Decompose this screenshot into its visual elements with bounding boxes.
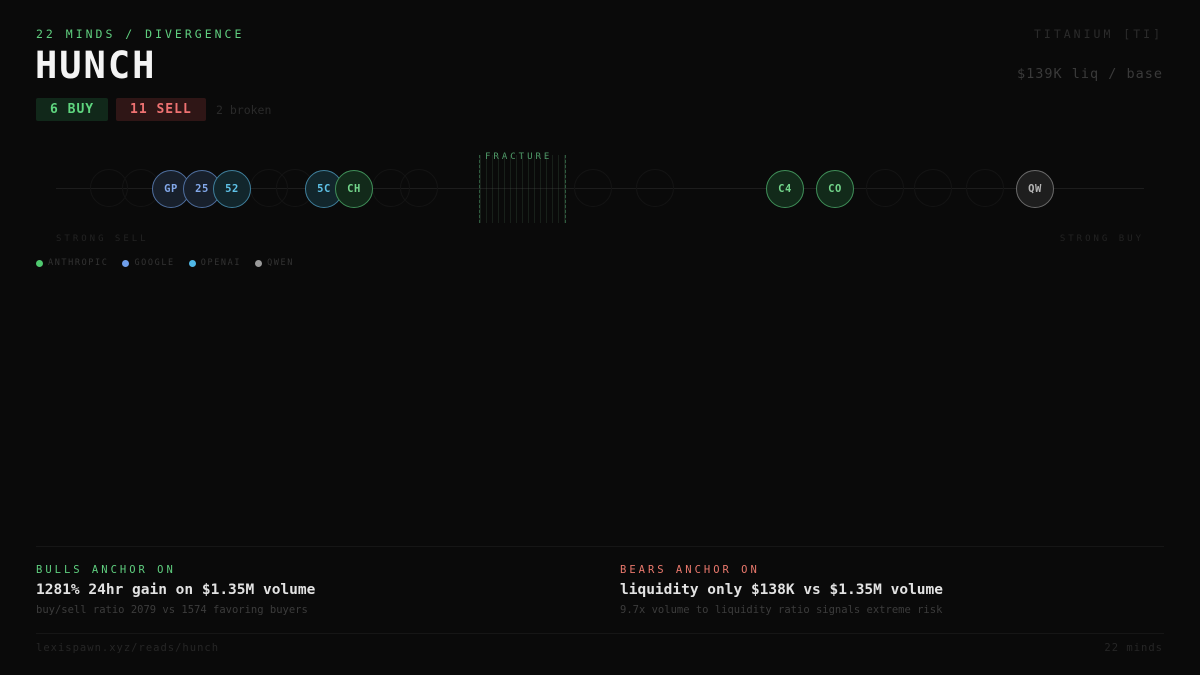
legend-label: ANTHROPIC [48, 258, 109, 268]
legend-dot [36, 259, 43, 267]
ghost-marker [866, 169, 904, 207]
ghost-marker [966, 169, 1004, 207]
legend-item-qwen: QWEN [255, 258, 294, 268]
legend-label: OPENAI [200, 258, 242, 268]
mind-node-c4[interactable]: C4 [766, 170, 804, 208]
ghost-marker [636, 169, 674, 207]
page-title: HUNCH [35, 44, 157, 87]
bears-heading: BEARS ANCHOR ON [620, 564, 760, 576]
asset-ticker: TITANIUM [TI] [1033, 27, 1163, 41]
bears-detail: 9.7x volume to liquidity ratio signals e… [620, 604, 943, 616]
legend-dot [122, 259, 130, 267]
ghost-marker [400, 169, 438, 207]
bulls-heading: BULLS ANCHOR ON [36, 564, 176, 576]
mind-node-co[interactable]: CO [816, 170, 854, 208]
fracture-zone [479, 155, 566, 223]
legend-item-google: GOOGLE [122, 258, 174, 268]
ghost-marker [914, 169, 952, 207]
sell-count-badge: 11 SELL [116, 98, 206, 121]
legend-label: QWEN [267, 258, 294, 268]
legend-dot [255, 259, 263, 267]
ghost-marker [574, 169, 612, 207]
footer-mind-count: 22 minds [1104, 642, 1163, 654]
page-kicker: 22 MINDS / DIVERGENCE [36, 27, 245, 41]
liquidity-label: $139K liq / base [1016, 66, 1163, 82]
legend-label: GOOGLE [134, 258, 175, 268]
footer-divider [36, 633, 1164, 634]
mind-node-52[interactable]: 52 [213, 170, 251, 208]
broken-count: 2 broken [216, 103, 272, 117]
fracture-label: FRACTURE [485, 152, 553, 162]
legend-item-anthropic: ANTHROPIC [36, 258, 108, 268]
strong-sell-label: STRONG SELL [56, 234, 149, 244]
bulls-detail: buy/sell ratio 2079 vs 1574 favoring buy… [36, 604, 308, 616]
legend-item-openai: OPENAI [188, 258, 242, 268]
strong-buy-label: STRONG BUY [1059, 234, 1144, 244]
footer-url-link[interactable]: lexispawn.xyz/reads/hunch [36, 642, 219, 654]
buy-count-badge: 6 BUY [36, 98, 109, 121]
mind-node-qw[interactable]: QW [1016, 170, 1054, 208]
provider-legend: ANTHROPIC GOOGLE OPENAI QWEN [36, 258, 294, 268]
mind-node-ch[interactable]: CH [335, 170, 373, 208]
section-divider [36, 546, 1164, 547]
bulls-headline: 1281% 24hr gain on $1.35M volume [36, 582, 316, 598]
legend-dot [188, 259, 196, 267]
bears-headline: liquidity only $138K vs $1.35M volume [620, 582, 944, 598]
